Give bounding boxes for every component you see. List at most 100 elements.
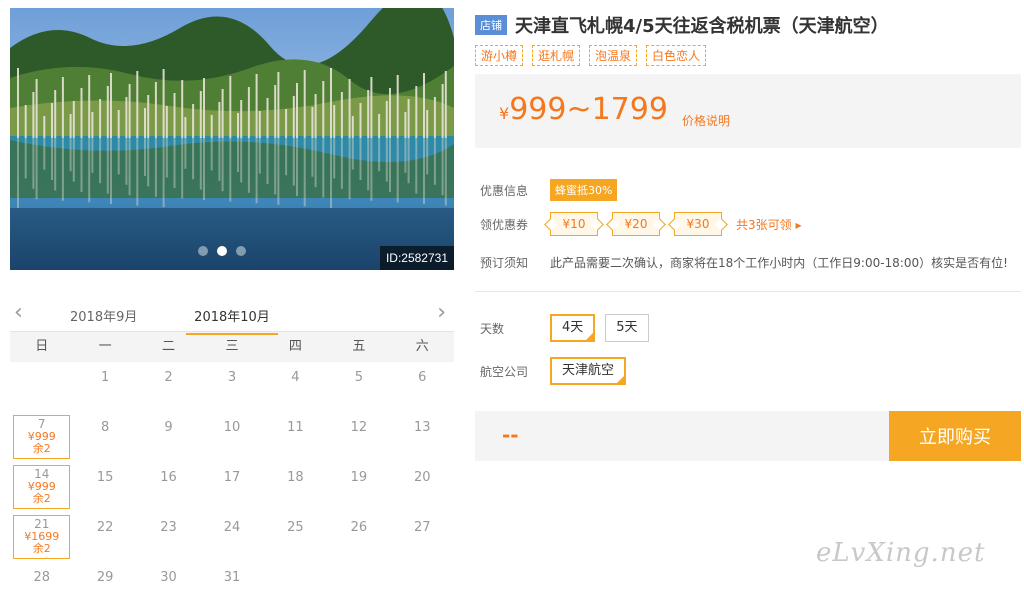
tab-month-current[interactable]: 2018年10月 (186, 306, 278, 335)
days-row: 天数 4天 5天 (480, 314, 659, 342)
day-number: 5 (354, 370, 363, 385)
chevron-left-icon[interactable]: ‹ (14, 302, 23, 324)
day-number: 11 (287, 420, 304, 435)
day-number: 3 (227, 370, 237, 385)
slide-dot[interactable] (236, 246, 246, 256)
calendar-day: 26 (327, 512, 390, 562)
coupon-list: ¥10 ¥20 ¥30 (550, 212, 736, 236)
day-number: 15 (96, 470, 114, 485)
calendar-day: 17 (200, 462, 263, 512)
airline-option-selected[interactable]: 天津航空 (550, 357, 627, 385)
calendar-days: 1 2 3 4 5 6 7 ¥999 余2 8 9 10 11 12 13 14 ¥999 余2 15 16 17 18 1… (10, 362, 454, 590)
day-number: 13 (414, 420, 431, 435)
total-price: -- (502, 423, 519, 447)
day-number: 12 (350, 420, 368, 435)
day-number: 22 (96, 520, 114, 535)
product-title: 天津直飞札幌4/5天往返含税机票（天津航空） (515, 16, 889, 37)
calendar-day: 6 (391, 362, 454, 412)
day-number: 28 (33, 570, 50, 585)
calendar-day: 27 (391, 512, 454, 562)
day-number: 19 (350, 470, 368, 485)
coupon-total-link[interactable]: 共3张可领 ▸ (736, 216, 801, 233)
slide-dot-active[interactable] (217, 246, 227, 256)
calendar-day: 3 (200, 362, 263, 412)
calendar-day: 9 (137, 412, 200, 462)
airline-row: 航空公司 天津航空 (480, 357, 636, 385)
calendar-day: 31 (200, 562, 263, 590)
day-number: 18 (287, 470, 304, 485)
discount-row: 优惠信息 蜂蜜抵30% (480, 179, 618, 201)
calendar-day-available[interactable]: 14 ¥999 余2 (13, 465, 71, 509)
day-number: 29 (96, 570, 114, 585)
calendar-day: 1 (73, 362, 136, 412)
discount-badge: 蜂蜜抵30% (550, 179, 618, 201)
notice-label: 预订须知 (480, 256, 529, 270)
day-number: 24 (223, 520, 241, 535)
day-number: 4 (291, 370, 300, 385)
day-option-selected[interactable]: 4天 (550, 314, 596, 342)
coupon-button[interactable]: ¥30 (674, 212, 722, 236)
coupon-row: 领优惠券 ¥10 ¥20 ¥30 共3张可领 ▸ (480, 212, 801, 236)
product-photo[interactable]: ID:2582731 (10, 8, 454, 270)
calendar-day-available[interactable]: 7 ¥999 余2 (13, 415, 71, 459)
product-page: ID:2582731 ‹ 2018年9月 2018年10月 › 日一二三四五六 … (0, 0, 1024, 590)
calendar-weekdays: 日一二三四五六 (10, 332, 454, 362)
day-number: 20 (414, 470, 431, 485)
day-stock: 余2 (32, 442, 51, 455)
calendar-day: 25 (264, 512, 327, 562)
calendar-header: ‹ 2018年9月 2018年10月 › (10, 298, 454, 335)
calendar-day: 30 (137, 562, 200, 590)
calendar-day: 18 (264, 462, 327, 512)
day-number: 27 (414, 520, 431, 535)
calendar-day: 10 (200, 412, 263, 462)
airline-label: 航空公司 (480, 364, 529, 379)
divider (475, 291, 1021, 292)
price-range: ¥999~1799 (499, 92, 668, 127)
day-number: 1 (100, 370, 110, 385)
day-number: 16 (160, 470, 177, 485)
notice-text: 此产品需要二次确认，商家将在18个工作小时内（工作日9:00-18:00）核实是… (550, 256, 1008, 270)
notice-row: 预订须知 此产品需要二次确认，商家将在18个工作小时内（工作日9:00-18:0… (480, 254, 1008, 271)
weekday-label: 三 (225, 339, 239, 354)
buy-now-button[interactable]: 立即购买 (889, 411, 1021, 461)
day-number: 30 (160, 570, 177, 585)
calendar-day: 11 (264, 412, 327, 462)
product-tag[interactable]: 白色恋人 (646, 45, 707, 66)
calendar-day: 15 (73, 462, 136, 512)
calendar-day: 16 (137, 462, 200, 512)
lake-forest-image (10, 8, 454, 270)
product-tag[interactable]: 泡温泉 (589, 45, 638, 66)
weekday-label: 五 (352, 339, 366, 354)
calendar-day: 4 (264, 362, 327, 412)
chevron-right-icon[interactable]: › (437, 302, 446, 324)
day-number: 8 (100, 420, 110, 435)
product-tag[interactable]: 游小樽 (475, 45, 524, 66)
calendar-day: 5 (327, 362, 390, 412)
day-number: 17 (223, 470, 241, 485)
watermark: eLvXing.net (816, 538, 986, 568)
weekday-label: 四 (288, 339, 302, 354)
weekday-label: 日 (35, 339, 49, 354)
calendar-day: 12 (327, 412, 390, 462)
day-number: 2 (164, 370, 173, 385)
coupon-button[interactable]: ¥20 (612, 212, 660, 236)
calendar-day: 8 (73, 412, 136, 462)
day-number: 31 (223, 570, 241, 585)
coupon-button[interactable]: ¥10 (550, 212, 598, 236)
slide-dot[interactable] (198, 246, 208, 256)
day-number: 23 (160, 520, 177, 535)
calendar-day: 22 (73, 512, 136, 562)
day-number: 9 (164, 420, 173, 435)
product-tag[interactable]: 逛札幌 (532, 45, 581, 66)
day-number: 6 (418, 370, 427, 385)
product-tags: 游小樽 逛札幌 泡温泉 白色恋人 (475, 45, 707, 66)
slide-indicators (198, 246, 246, 256)
days-label: 天数 (480, 321, 505, 336)
store-badge[interactable]: 店铺 (475, 15, 507, 35)
day-option[interactable]: 5天 (605, 314, 649, 342)
tab-month-prev[interactable]: 2018年9月 (70, 306, 137, 325)
price-note-link[interactable]: 价格说明 (682, 112, 730, 129)
weekday-label: 二 (162, 339, 176, 354)
calendar-day: 28 (10, 562, 73, 590)
calendar-day-available[interactable]: 21 ¥1699 余2 (13, 515, 71, 559)
